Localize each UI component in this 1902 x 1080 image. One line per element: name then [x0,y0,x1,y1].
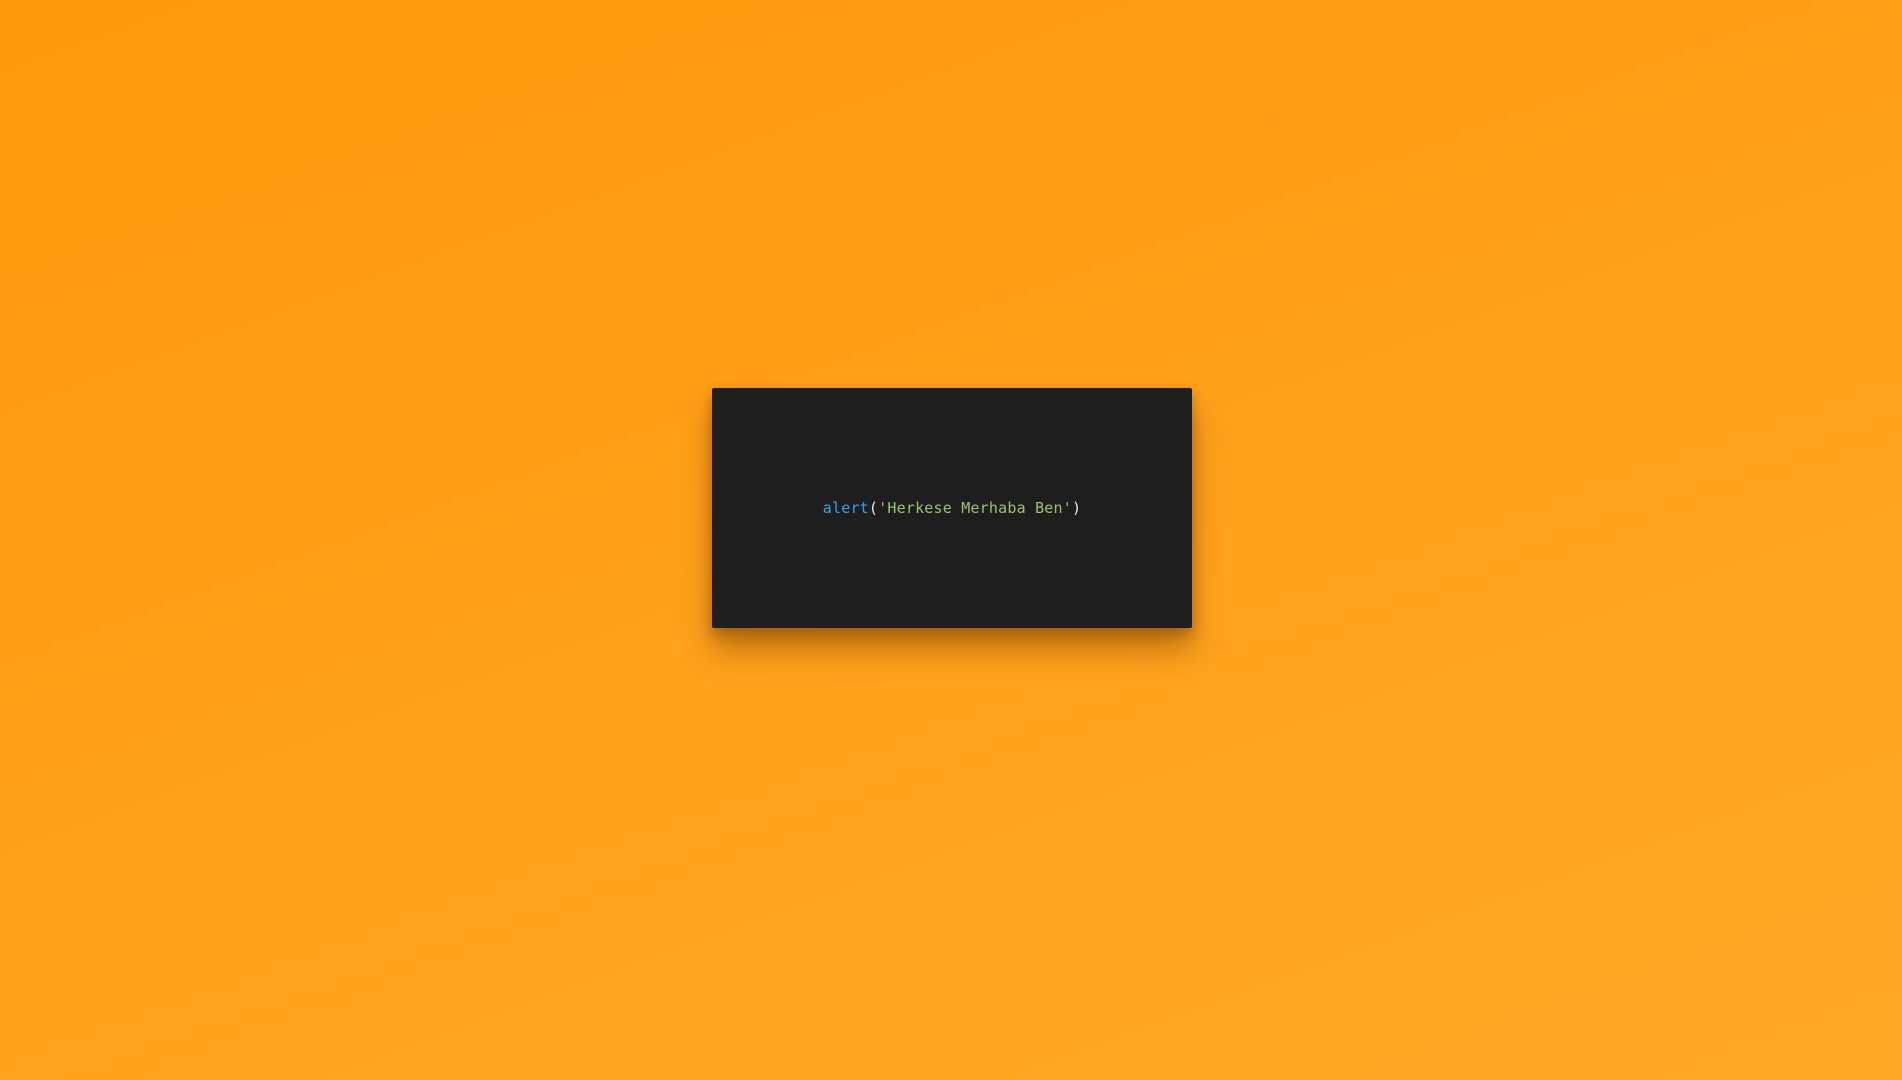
code-function-token: alert [822,499,869,517]
code-line: alert('Herkese Merhaba Ben') [823,499,1081,517]
code-card: alert('Herkese Merhaba Ben') [712,388,1192,628]
code-close-paren-token: ) [1072,499,1082,517]
code-open-paren-token: ( [868,499,879,517]
code-string-token: 'Herkese Merhaba Ben' [878,499,1072,517]
